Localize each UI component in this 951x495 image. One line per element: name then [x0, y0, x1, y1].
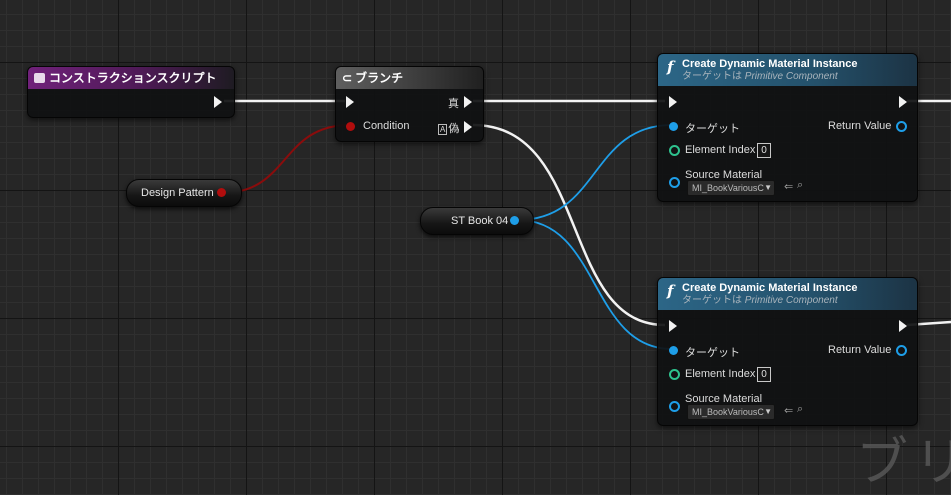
branch-icon: ⊂ — [342, 71, 353, 85]
construction-script-title: コンストラクションスクリプト — [49, 71, 217, 85]
node1-index-label: Element Index — [685, 144, 756, 156]
node1-source-value: MI_BookVariousC — [692, 183, 764, 193]
node2-source-dropdown[interactable]: MI_BookVariousC ▼ — [687, 404, 775, 420]
create-material-subtitle-2: ターゲットは Primitive Component — [682, 295, 838, 307]
branch-false-row: A偽 — [438, 120, 459, 136]
design-pattern-variable[interactable]: Design Pattern — [126, 179, 242, 207]
blueprint-watermark: ブリ — [856, 433, 951, 493]
chevron-down-icon: ▼ — [764, 183, 772, 192]
branch-node[interactable]: ⊂ ブランチ 真 Condition A偽 — [335, 66, 484, 142]
use-selected-arrow-icon[interactable]: ⇐ — [784, 180, 793, 193]
node2-target-label: ターゲット — [685, 347, 740, 359]
node1-target-label: ターゲット — [685, 123, 740, 135]
node2-target-pin[interactable] — [669, 346, 678, 355]
object-wire-node2-target — [517, 219, 673, 350]
branch-false-pin[interactable] — [464, 121, 472, 133]
create-material-header-2[interactable]: f Create Dynamic Material Instance ターゲット… — [658, 278, 917, 310]
chevron-down-icon: ▼ — [764, 407, 772, 416]
node2-source-value: MI_BookVariousC — [692, 407, 764, 417]
construction-script-icon — [34, 73, 45, 83]
node1-index-pin[interactable] — [669, 145, 680, 156]
create-material-node-1[interactable]: f Create Dynamic Material Instance ターゲット… — [657, 53, 918, 202]
function-icon: f — [667, 282, 674, 300]
node1-target-pin[interactable] — [669, 122, 678, 131]
node1-source-pin[interactable] — [669, 177, 680, 188]
create-material-title-1: Create Dynamic Material Instance — [682, 58, 858, 70]
branch-exec-in-pin[interactable] — [346, 96, 354, 108]
create-material-header-1[interactable]: f Create Dynamic Material Instance ターゲット… — [658, 54, 917, 86]
node2-exec-out-pin[interactable] — [899, 320, 907, 332]
node1-index-input[interactable]: 0 — [757, 143, 771, 158]
branch-header[interactable]: ⊂ ブランチ — [336, 67, 483, 89]
node1-return-pin[interactable] — [896, 121, 907, 132]
node1-source-dropdown[interactable]: MI_BookVariousC ▼ — [687, 180, 775, 196]
construction-script-node[interactable]: コンストラクションスクリプト — [27, 66, 235, 118]
node2-index-pin[interactable] — [669, 369, 680, 380]
browse-search-icon[interactable]: ⌕ — [797, 179, 803, 192]
branch-title: ブランチ — [355, 71, 404, 85]
branch-false-label: 偽 — [448, 123, 460, 135]
object-wire-node1-target — [517, 124, 673, 221]
branch-condition-pin[interactable] — [346, 122, 355, 131]
node2-return-label: Return Value — [828, 344, 892, 356]
node2-index-label: Element Index — [685, 368, 756, 380]
branch-true-pin[interactable] — [464, 96, 472, 108]
branch-false-prefix: A — [438, 124, 448, 135]
design-pattern-out-pin[interactable] — [217, 188, 226, 197]
node1-exec-in-pin[interactable] — [669, 96, 677, 108]
node2-exec-in-pin[interactable] — [669, 320, 677, 332]
use-selected-arrow-icon[interactable]: ⇐ — [784, 404, 793, 417]
create-material-node-2[interactable]: f Create Dynamic Material Instance ターゲット… — [657, 277, 918, 426]
construction-script-header[interactable]: コンストラクションスクリプト — [28, 67, 234, 89]
create-material-subtitle-1: ターゲットは Primitive Component — [682, 71, 838, 83]
branch-condition-label: Condition — [363, 120, 410, 132]
st-book-label: ST Book 04 — [451, 215, 509, 227]
browse-search-icon[interactable]: ⌕ — [797, 403, 803, 416]
subtitle-target: Primitive Component — [744, 71, 838, 82]
node1-return-label: Return Value — [828, 120, 892, 132]
design-pattern-label: Design Pattern — [141, 187, 214, 199]
exec-out-pin[interactable] — [214, 96, 222, 108]
node2-return-pin[interactable] — [896, 345, 907, 356]
node1-exec-out-pin[interactable] — [899, 96, 907, 108]
create-material-title-2: Create Dynamic Material Instance — [682, 282, 858, 294]
bool-wire-design-pattern — [221, 124, 351, 194]
subtitle-target: Primitive Component — [744, 295, 838, 306]
node2-index-input[interactable]: 0 — [757, 367, 771, 382]
node2-source-pin[interactable] — [669, 401, 680, 412]
subtitle-prefix: ターゲットは — [682, 295, 742, 306]
subtitle-prefix: ターゲットは — [682, 71, 742, 82]
branch-true-label: 真 — [448, 98, 459, 110]
st-book-variable[interactable]: ST Book 04 — [420, 207, 534, 235]
st-book-out-pin[interactable] — [510, 216, 519, 225]
function-icon: f — [667, 58, 674, 76]
